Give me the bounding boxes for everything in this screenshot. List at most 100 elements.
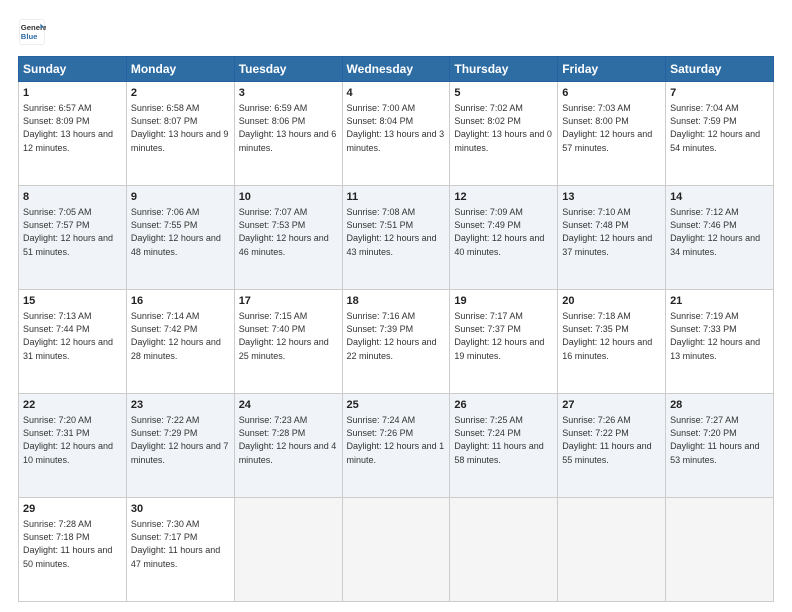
calendar-day-cell: 29Sunrise: 7:28 AMSunset: 7:18 PMDayligh…	[19, 498, 127, 602]
weekday-header: Thursday	[450, 57, 558, 82]
day-info: Sunrise: 7:06 AMSunset: 7:55 PMDaylight:…	[131, 206, 230, 258]
calendar-day-cell: 20Sunrise: 7:18 AMSunset: 7:35 PMDayligh…	[558, 290, 666, 394]
calendar-day-cell: 27Sunrise: 7:26 AMSunset: 7:22 PMDayligh…	[558, 394, 666, 498]
day-info: Sunrise: 7:19 AMSunset: 7:33 PMDaylight:…	[670, 310, 769, 362]
day-number: 13	[562, 190, 661, 205]
calendar-day-cell: 9Sunrise: 7:06 AMSunset: 7:55 PMDaylight…	[126, 186, 234, 290]
calendar-day-cell: 3Sunrise: 6:59 AMSunset: 8:06 PMDaylight…	[234, 82, 342, 186]
day-number: 8	[23, 190, 122, 205]
weekday-header: Tuesday	[234, 57, 342, 82]
day-info: Sunrise: 7:17 AMSunset: 7:37 PMDaylight:…	[454, 310, 553, 362]
calendar-day-cell: 24Sunrise: 7:23 AMSunset: 7:28 PMDayligh…	[234, 394, 342, 498]
calendar-week-row: 29Sunrise: 7:28 AMSunset: 7:18 PMDayligh…	[19, 498, 774, 602]
day-info: Sunrise: 7:04 AMSunset: 7:59 PMDaylight:…	[670, 102, 769, 154]
day-info: Sunrise: 7:10 AMSunset: 7:48 PMDaylight:…	[562, 206, 661, 258]
logo: General Blue	[18, 18, 46, 46]
calendar-day-cell: 17Sunrise: 7:15 AMSunset: 7:40 PMDayligh…	[234, 290, 342, 394]
day-info: Sunrise: 7:08 AMSunset: 7:51 PMDaylight:…	[347, 206, 446, 258]
calendar-day-cell	[342, 498, 450, 602]
day-info: Sunrise: 7:12 AMSunset: 7:46 PMDaylight:…	[670, 206, 769, 258]
day-info: Sunrise: 7:14 AMSunset: 7:42 PMDaylight:…	[131, 310, 230, 362]
day-number: 16	[131, 294, 230, 309]
day-info: Sunrise: 7:30 AMSunset: 7:17 PMDaylight:…	[131, 518, 230, 570]
day-number: 28	[670, 398, 769, 413]
calendar-day-cell: 1Sunrise: 6:57 AMSunset: 8:09 PMDaylight…	[19, 82, 127, 186]
day-info: Sunrise: 7:15 AMSunset: 7:40 PMDaylight:…	[239, 310, 338, 362]
day-info: Sunrise: 7:23 AMSunset: 7:28 PMDaylight:…	[239, 414, 338, 466]
day-info: Sunrise: 7:02 AMSunset: 8:02 PMDaylight:…	[454, 102, 553, 154]
calendar-day-cell: 26Sunrise: 7:25 AMSunset: 7:24 PMDayligh…	[450, 394, 558, 498]
day-number: 26	[454, 398, 553, 413]
calendar-day-cell	[666, 498, 774, 602]
calendar-day-cell: 4Sunrise: 7:00 AMSunset: 8:04 PMDaylight…	[342, 82, 450, 186]
calendar-day-cell: 11Sunrise: 7:08 AMSunset: 7:51 PMDayligh…	[342, 186, 450, 290]
day-info: Sunrise: 7:28 AMSunset: 7:18 PMDaylight:…	[23, 518, 122, 570]
calendar-day-cell: 10Sunrise: 7:07 AMSunset: 7:53 PMDayligh…	[234, 186, 342, 290]
calendar-week-row: 15Sunrise: 7:13 AMSunset: 7:44 PMDayligh…	[19, 290, 774, 394]
day-info: Sunrise: 7:16 AMSunset: 7:39 PMDaylight:…	[347, 310, 446, 362]
day-number: 2	[131, 86, 230, 101]
day-info: Sunrise: 7:03 AMSunset: 8:00 PMDaylight:…	[562, 102, 661, 154]
calendar-day-cell: 7Sunrise: 7:04 AMSunset: 7:59 PMDaylight…	[666, 82, 774, 186]
logo-icon: General Blue	[18, 18, 46, 46]
calendar-day-cell	[558, 498, 666, 602]
calendar-day-cell	[234, 498, 342, 602]
calendar-day-cell: 5Sunrise: 7:02 AMSunset: 8:02 PMDaylight…	[450, 82, 558, 186]
calendar-day-cell: 22Sunrise: 7:20 AMSunset: 7:31 PMDayligh…	[19, 394, 127, 498]
day-number: 23	[131, 398, 230, 413]
weekday-header: Friday	[558, 57, 666, 82]
day-info: Sunrise: 7:05 AMSunset: 7:57 PMDaylight:…	[23, 206, 122, 258]
calendar-day-cell: 28Sunrise: 7:27 AMSunset: 7:20 PMDayligh…	[666, 394, 774, 498]
calendar-week-row: 8Sunrise: 7:05 AMSunset: 7:57 PMDaylight…	[19, 186, 774, 290]
day-number: 5	[454, 86, 553, 101]
day-number: 22	[23, 398, 122, 413]
svg-text:Blue: Blue	[21, 32, 38, 41]
weekday-header: Sunday	[19, 57, 127, 82]
day-info: Sunrise: 7:27 AMSunset: 7:20 PMDaylight:…	[670, 414, 769, 466]
header: General Blue	[18, 18, 774, 46]
day-number: 1	[23, 86, 122, 101]
calendar-week-row: 22Sunrise: 7:20 AMSunset: 7:31 PMDayligh…	[19, 394, 774, 498]
weekday-header: Saturday	[666, 57, 774, 82]
day-number: 27	[562, 398, 661, 413]
calendar-day-cell: 16Sunrise: 7:14 AMSunset: 7:42 PMDayligh…	[126, 290, 234, 394]
day-info: Sunrise: 7:00 AMSunset: 8:04 PMDaylight:…	[347, 102, 446, 154]
page: General Blue SundayMondayTuesdayWednesda…	[0, 0, 792, 612]
day-number: 7	[670, 86, 769, 101]
calendar-day-cell: 30Sunrise: 7:30 AMSunset: 7:17 PMDayligh…	[126, 498, 234, 602]
day-number: 19	[454, 294, 553, 309]
calendar-day-cell: 21Sunrise: 7:19 AMSunset: 7:33 PMDayligh…	[666, 290, 774, 394]
calendar-day-cell: 19Sunrise: 7:17 AMSunset: 7:37 PMDayligh…	[450, 290, 558, 394]
day-info: Sunrise: 7:26 AMSunset: 7:22 PMDaylight:…	[562, 414, 661, 466]
day-number: 25	[347, 398, 446, 413]
calendar-day-cell: 25Sunrise: 7:24 AMSunset: 7:26 PMDayligh…	[342, 394, 450, 498]
weekday-header: Wednesday	[342, 57, 450, 82]
day-number: 17	[239, 294, 338, 309]
day-info: Sunrise: 7:13 AMSunset: 7:44 PMDaylight:…	[23, 310, 122, 362]
day-info: Sunrise: 7:24 AMSunset: 7:26 PMDaylight:…	[347, 414, 446, 466]
day-number: 11	[347, 190, 446, 205]
day-number: 18	[347, 294, 446, 309]
day-number: 9	[131, 190, 230, 205]
day-number: 21	[670, 294, 769, 309]
calendar-table: SundayMondayTuesdayWednesdayThursdayFrid…	[18, 56, 774, 602]
calendar-day-cell	[450, 498, 558, 602]
day-info: Sunrise: 6:57 AMSunset: 8:09 PMDaylight:…	[23, 102, 122, 154]
day-number: 30	[131, 502, 230, 517]
calendar-day-cell: 6Sunrise: 7:03 AMSunset: 8:00 PMDaylight…	[558, 82, 666, 186]
day-number: 4	[347, 86, 446, 101]
day-info: Sunrise: 6:58 AMSunset: 8:07 PMDaylight:…	[131, 102, 230, 154]
day-number: 14	[670, 190, 769, 205]
day-number: 12	[454, 190, 553, 205]
day-info: Sunrise: 7:18 AMSunset: 7:35 PMDaylight:…	[562, 310, 661, 362]
day-info: Sunrise: 7:25 AMSunset: 7:24 PMDaylight:…	[454, 414, 553, 466]
calendar-day-cell: 14Sunrise: 7:12 AMSunset: 7:46 PMDayligh…	[666, 186, 774, 290]
day-info: Sunrise: 7:22 AMSunset: 7:29 PMDaylight:…	[131, 414, 230, 466]
calendar-week-row: 1Sunrise: 6:57 AMSunset: 8:09 PMDaylight…	[19, 82, 774, 186]
calendar-day-cell: 15Sunrise: 7:13 AMSunset: 7:44 PMDayligh…	[19, 290, 127, 394]
calendar-day-cell: 12Sunrise: 7:09 AMSunset: 7:49 PMDayligh…	[450, 186, 558, 290]
day-number: 15	[23, 294, 122, 309]
weekday-header: Monday	[126, 57, 234, 82]
day-number: 20	[562, 294, 661, 309]
day-info: Sunrise: 7:20 AMSunset: 7:31 PMDaylight:…	[23, 414, 122, 466]
